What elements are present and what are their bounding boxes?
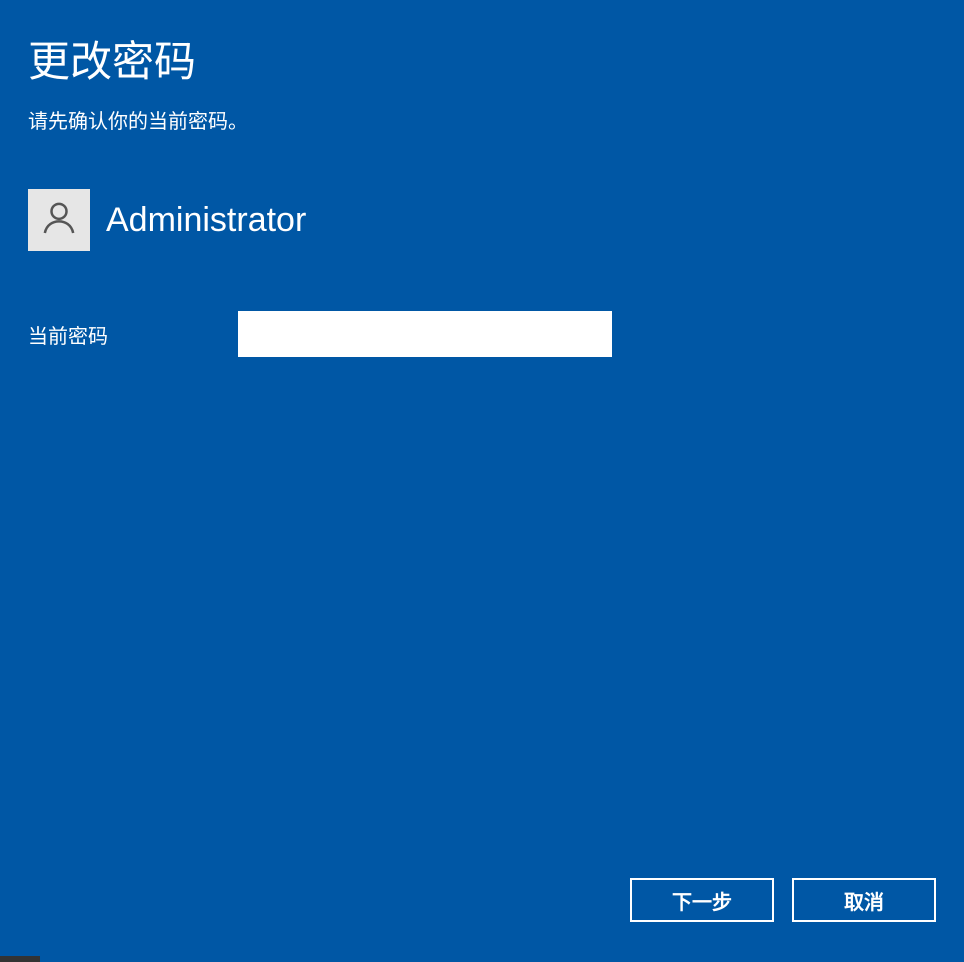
user-icon bbox=[39, 198, 79, 243]
page-title: 更改密码 bbox=[28, 28, 936, 89]
bottom-edge-artifact bbox=[0, 956, 40, 962]
current-password-input[interactable] bbox=[238, 311, 612, 357]
cancel-button[interactable]: 取消 bbox=[792, 878, 936, 922]
button-row: 下一步 取消 bbox=[630, 878, 936, 922]
current-password-label: 当前密码 bbox=[28, 320, 238, 349]
page-subtitle: 请先确认你的当前密码。 bbox=[28, 105, 936, 134]
username-label: Administrator bbox=[106, 201, 306, 240]
next-button[interactable]: 下一步 bbox=[630, 878, 774, 922]
user-avatar bbox=[28, 189, 90, 251]
user-info-row: Administrator bbox=[28, 189, 936, 251]
current-password-row: 当前密码 bbox=[28, 311, 936, 357]
